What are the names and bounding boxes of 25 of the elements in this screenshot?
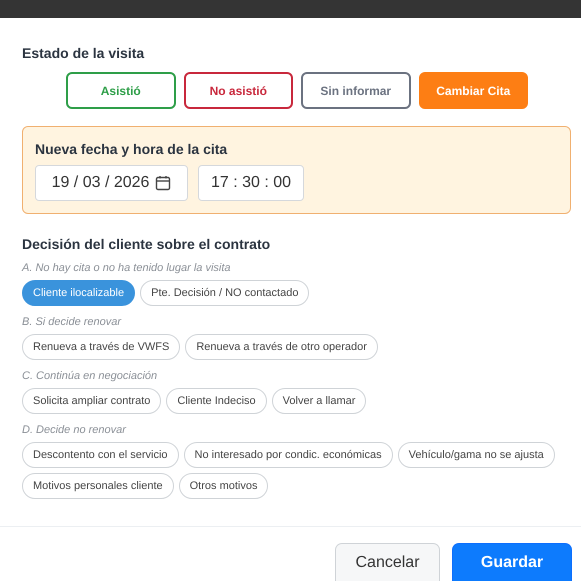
option-chip[interactable]: No interesado por condic. económicas [184,442,393,468]
option-chip[interactable]: Solicita ampliar contrato [22,388,162,414]
option-chip[interactable]: Renueva a través de VWFS [22,334,180,360]
option-chip[interactable]: Motivos personales cliente [22,473,174,499]
time-field[interactable]: 17 : 30 : 00 [198,165,304,201]
cancel-button[interactable]: Cancelar [335,543,440,581]
option-chip[interactable]: Renueva a través de otro operador [185,334,378,360]
section-title: Decisión del cliente sobre el contrato [22,236,272,252]
group-label: A. No hay cita o no ha tenido lugar la visita [22,262,232,274]
date-field[interactable]: 19 / 03 / 2026 [35,165,188,201]
option-chip[interactable]: Cliente Indeciso [166,388,267,414]
option-chip[interactable]: Otros motivos [178,473,268,499]
option-chip[interactable]: Pte. Decisión / NO contactado [140,280,310,306]
group-label: D. Decide no renovar [22,424,128,436]
option-chip[interactable]: Descontento con el servicio [22,442,179,468]
save-button[interactable]: Guardar [452,543,572,581]
option-chip[interactable]: Volver a llamar [272,388,366,414]
status-button[interactable]: Sin informar [301,72,410,109]
group-label: B. Si decide renovar [22,316,122,328]
group-label: C. Continúa en negociación [22,370,158,382]
calendar-icon [155,175,172,191]
option-chip[interactable]: Vehículo/gama no se ajusta [398,442,555,468]
panel-title: Nueva fecha y hora de la cita [35,141,228,157]
status-button[interactable]: No asistió [184,72,293,109]
section-title: Estado de la visita [22,45,146,61]
